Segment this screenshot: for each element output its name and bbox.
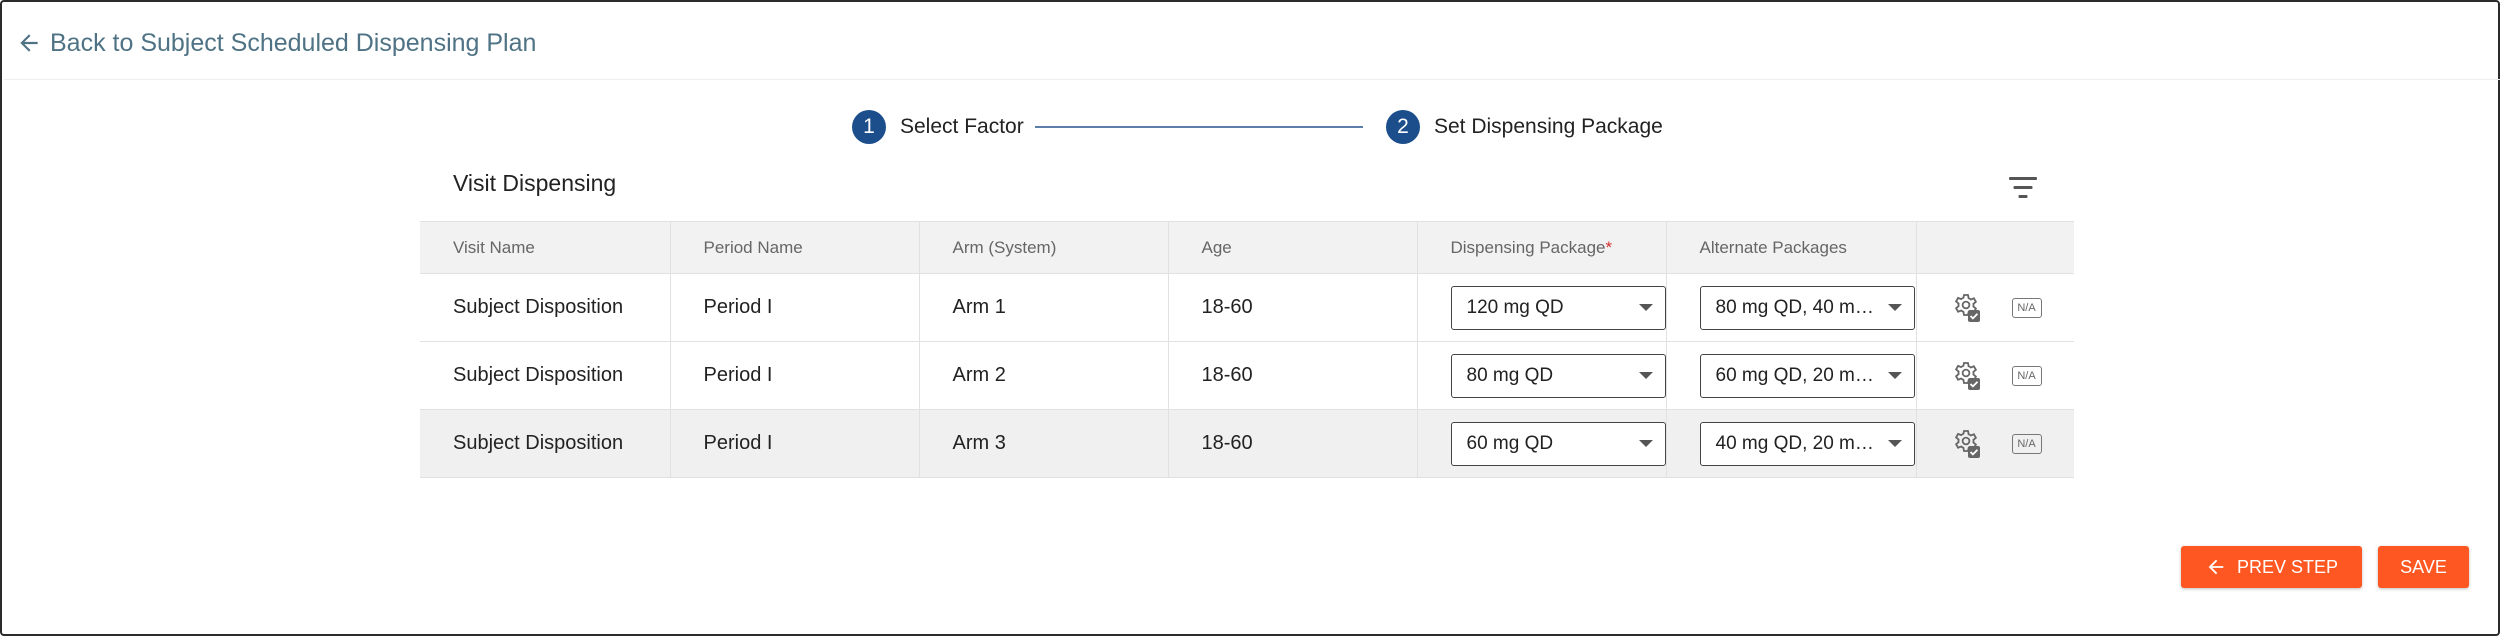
visit-name-cell: Subject Disposition bbox=[420, 273, 671, 342]
actions-cell: N/A bbox=[1916, 409, 2074, 478]
actions-cell: N/A bbox=[1916, 273, 2074, 342]
table-row: Subject Disposition Period I Arm 3 18-60… bbox=[420, 409, 2074, 478]
alternate-packages-select[interactable]: 60 mg QD, 20 mg QD bbox=[1699, 353, 1915, 398]
select-value: 60 mg QD, 20 mg QD bbox=[1715, 364, 1888, 386]
save-button[interactable]: SAVE bbox=[2378, 546, 2469, 588]
step-1-number[interactable]: 1 bbox=[852, 110, 886, 144]
column-header-dispensing-package[interactable]: Dispensing Package* bbox=[1417, 221, 1667, 274]
dispensing-package-select[interactable]: 80 mg QD bbox=[1450, 353, 1666, 398]
caret-down-icon bbox=[1887, 372, 1902, 379]
dispensing-package-cell: 120 mg QD bbox=[1417, 273, 1667, 342]
caret-down-icon bbox=[1638, 304, 1653, 311]
arm-cell: Arm 1 bbox=[919, 273, 1169, 342]
gear-check-icon[interactable] bbox=[1950, 292, 1982, 324]
caret-down-icon bbox=[1887, 440, 1902, 447]
table-row: Subject Disposition Period I Arm 1 18-60… bbox=[420, 273, 2074, 342]
column-header-actions bbox=[1916, 221, 2074, 274]
alternate-packages-cell: 40 mg QD, 20 mg QD bbox=[1666, 409, 1917, 478]
column-header[interactable]: Period Name bbox=[670, 221, 920, 274]
step-1-label[interactable]: Select Factor bbox=[900, 115, 1024, 139]
step-2-label[interactable]: Set Dispensing Package bbox=[1434, 115, 1663, 139]
arm-cell: Arm 3 bbox=[919, 409, 1169, 478]
column-header[interactable]: Visit Name bbox=[420, 221, 671, 274]
app-window: Back to Subject Scheduled Dispensing Pla… bbox=[0, 0, 2500, 636]
caret-down-icon bbox=[1638, 440, 1653, 447]
select-value: 80 mg QD bbox=[1466, 364, 1554, 386]
arm-cell: Arm 2 bbox=[919, 341, 1169, 410]
filter-icon[interactable] bbox=[2006, 174, 2040, 202]
back-link[interactable]: Back to Subject Scheduled Dispensing Pla… bbox=[16, 24, 536, 62]
period-name-cell: Period I bbox=[670, 409, 920, 478]
prev-step-label: PREV STEP bbox=[2236, 556, 2339, 577]
dispensing-package-select[interactable]: 60 mg QD bbox=[1450, 421, 1666, 466]
step-2-number[interactable]: 2 bbox=[1386, 110, 1420, 144]
age-cell: 18-60 bbox=[1168, 273, 1418, 342]
back-link-label: Back to Subject Scheduled Dispensing Pla… bbox=[50, 28, 537, 57]
na-toggle[interactable]: N/A bbox=[2011, 433, 2042, 454]
period-name-cell: Period I bbox=[670, 273, 920, 342]
caret-down-icon bbox=[1638, 372, 1653, 379]
period-name-cell: Period I bbox=[670, 341, 920, 410]
stepper: 1 Select Factor 2 Set Dispensing Package bbox=[852, 110, 1663, 146]
select-value: 40 mg QD, 20 mg QD bbox=[1715, 432, 1888, 454]
top-bar: Back to Subject Scheduled Dispensing Pla… bbox=[4, 4, 2500, 80]
select-value: 80 mg QD, 40 mg QD bbox=[1715, 296, 1888, 318]
actions-cell: N/A bbox=[1916, 341, 2074, 410]
alternate-packages-select[interactable]: 40 mg QD, 20 mg QD bbox=[1699, 421, 1915, 466]
arrow-left-icon bbox=[2208, 559, 2224, 575]
na-toggle[interactable]: N/A bbox=[2011, 365, 2042, 386]
dispensing-package-cell: 60 mg QD bbox=[1417, 409, 1667, 478]
column-header-label: Dispensing Package bbox=[1450, 237, 1606, 257]
dispensing-package-select[interactable]: 120 mg QD bbox=[1450, 285, 1666, 330]
visit-name-cell: Subject Disposition bbox=[420, 341, 671, 410]
dispensing-package-cell: 80 mg QD bbox=[1417, 341, 1667, 410]
alternate-packages-select[interactable]: 80 mg QD, 40 mg QD bbox=[1699, 285, 1915, 330]
column-header[interactable]: Arm (System) bbox=[919, 221, 1169, 274]
stepper-connector bbox=[1035, 126, 1363, 128]
column-header[interactable]: Alternate Packages bbox=[1666, 221, 1917, 274]
visit-name-cell: Subject Disposition bbox=[420, 409, 671, 478]
gear-check-icon[interactable] bbox=[1950, 428, 1982, 460]
age-cell: 18-60 bbox=[1168, 409, 1418, 478]
panel-title: Visit Dispensing bbox=[453, 170, 617, 196]
caret-down-icon bbox=[1887, 304, 1902, 311]
age-cell: 18-60 bbox=[1168, 341, 1418, 410]
gear-check-icon[interactable] bbox=[1950, 360, 1982, 392]
alternate-packages-cell: 80 mg QD, 40 mg QD bbox=[1666, 273, 1917, 342]
required-marker: * bbox=[1605, 237, 1613, 257]
select-value: 120 mg QD bbox=[1466, 296, 1564, 318]
visit-dispensing-table: Visit Name Period Name Arm (System) Age … bbox=[420, 221, 2074, 478]
arrow-left-icon bbox=[20, 34, 38, 52]
table-row: Subject Disposition Period I Arm 2 18-60… bbox=[420, 341, 2074, 410]
prev-step-button[interactable]: PREV STEP bbox=[2181, 546, 2362, 588]
na-toggle[interactable]: N/A bbox=[2011, 297, 2042, 318]
alternate-packages-cell: 60 mg QD, 20 mg QD bbox=[1666, 341, 1917, 410]
table-header-row: Visit Name Period Name Arm (System) Age … bbox=[420, 221, 2074, 274]
select-value: 60 mg QD bbox=[1466, 432, 1554, 454]
column-header[interactable]: Age bbox=[1168, 221, 1418, 274]
